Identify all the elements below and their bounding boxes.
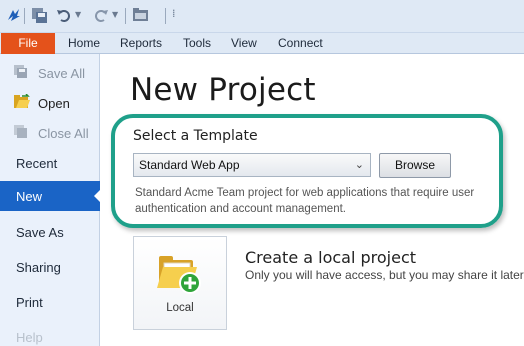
nav-close-all[interactable]: Close All xyxy=(0,118,100,148)
save-all-icon[interactable] xyxy=(31,7,49,30)
tab-reports[interactable]: Reports xyxy=(120,33,162,54)
template-description: Standard Acme Team project for web appli… xyxy=(135,187,475,215)
open-folder-icon[interactable] xyxy=(132,7,150,28)
nav-new[interactable]: New xyxy=(0,181,101,211)
backstage-nav: Save All Open Close All Recent New Save … xyxy=(0,54,101,346)
nav-print[interactable]: Print xyxy=(0,287,100,317)
page-title: New Project xyxy=(130,72,316,108)
app-logo-icon[interactable] xyxy=(6,7,22,28)
redo-dropdown-icon[interactable]: ▼ xyxy=(112,10,118,19)
nav-label: Help xyxy=(16,330,43,345)
ribbon-tab-bar: File Home Reports Tools View Connect xyxy=(0,33,524,54)
tab-connect[interactable]: Connect xyxy=(278,33,323,54)
nav-label: Sharing xyxy=(16,260,61,275)
nav-label: Open xyxy=(38,96,70,111)
nav-open[interactable]: Open xyxy=(0,88,100,118)
redo-icon[interactable] xyxy=(93,7,109,28)
option-subtitle: Only you will have access, but you may s… xyxy=(245,268,524,282)
template-label: Select a Template xyxy=(133,128,258,144)
nav-label: New xyxy=(16,189,43,204)
nav-label: Print xyxy=(16,295,43,310)
nav-label: Close All xyxy=(38,126,89,141)
nav-label: Save As xyxy=(16,225,64,240)
undo-icon[interactable] xyxy=(56,7,72,28)
local-project-tile[interactable]: Local xyxy=(133,236,227,330)
open-icon xyxy=(13,93,31,113)
close-all-icon xyxy=(13,124,29,143)
template-selected-value: Standard Web App xyxy=(139,158,240,172)
nav-sharing[interactable]: Sharing xyxy=(0,252,100,282)
template-select[interactable]: Standard Web App ⌄ xyxy=(133,153,371,177)
nav-help[interactable]: Help xyxy=(0,322,100,346)
customize-icon[interactable]: ⁞ xyxy=(172,7,176,20)
tab-tools[interactable]: Tools xyxy=(183,33,211,54)
nav-save-all[interactable]: Save All xyxy=(0,58,100,88)
browse-button[interactable]: Browse xyxy=(379,153,451,178)
local-folder-add-icon xyxy=(156,251,206,302)
tab-view[interactable]: View xyxy=(231,33,257,54)
option-title: Create a local project xyxy=(245,248,417,267)
tab-file[interactable]: File xyxy=(1,33,55,54)
nav-label: Save All xyxy=(38,66,85,81)
tile-label: Local xyxy=(166,302,194,314)
undo-dropdown-icon[interactable]: ▼ xyxy=(75,10,81,19)
nav-recent[interactable]: Recent xyxy=(0,148,100,178)
save-all-icon xyxy=(13,64,29,83)
nav-label: Recent xyxy=(16,156,58,171)
quick-access-toolbar: ▼ ▼ ⁞ xyxy=(0,0,524,33)
tab-home[interactable]: Home xyxy=(68,33,100,54)
chevron-down-icon: ⌄ xyxy=(354,158,364,171)
nav-save-as[interactable]: Save As xyxy=(0,217,100,247)
